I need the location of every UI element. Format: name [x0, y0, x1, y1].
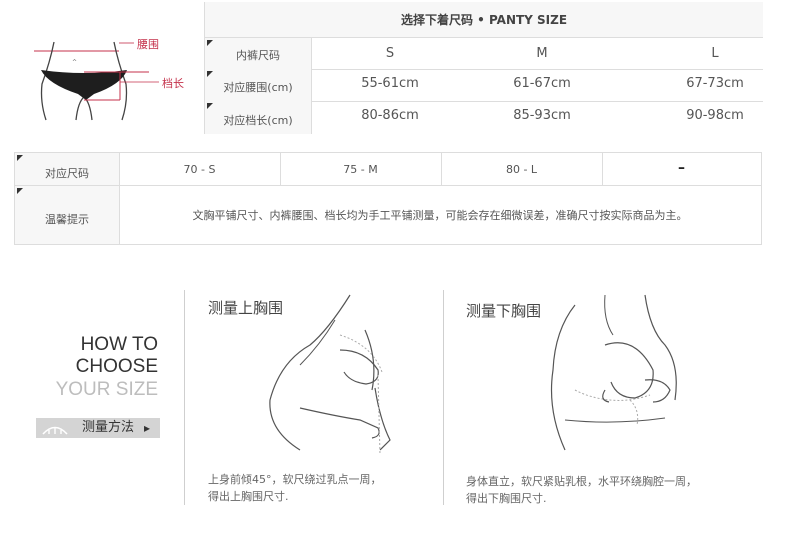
- bra-size-row-header: 对应尺码: [15, 153, 120, 186]
- bra-size-cell: –: [602, 153, 761, 186]
- measure-method-button[interactable]: 测量方法 ▸: [36, 418, 160, 438]
- corner-marker-icon: [207, 103, 213, 109]
- lower-bust-description: 身体直立，软尺紧贴乳根，水平环绕胸腔一周， 得出下胸围尺寸.: [466, 473, 697, 507]
- measure-method-label: 测量方法: [82, 420, 135, 435]
- panty-table-title: 选择下着尺码 • PANTY SIZE: [205, 2, 763, 38]
- lower-bust-desc-line1: 身体直立，软尺紧贴乳根，水平环绕胸腔一周，: [466, 475, 697, 488]
- size-m-cell: M: [536, 46, 548, 61]
- bra-size-cell: 75 - M: [280, 153, 442, 186]
- your-size-line: YOUR SIZE: [55, 379, 158, 400]
- rise-label: 档长: [162, 77, 184, 90]
- upper-bust-figure-icon: [269, 294, 391, 456]
- rise-row-header: 对应档长(cm): [205, 101, 312, 134]
- corner-marker-icon: [17, 188, 23, 194]
- lower-body-figure-icon: ^: [34, 41, 159, 121]
- waist-row-label: 对应腰围(cm): [223, 81, 293, 94]
- panty-size-label: 内裤尺码: [236, 49, 280, 62]
- bra-size-label: 对应尺码: [45, 167, 89, 180]
- panty-size-row-header: 内裤尺码: [205, 38, 312, 69]
- arrow-right-icon: ▸: [144, 421, 151, 435]
- panty-illustration: ^ 腰围 档长: [14, 2, 204, 132]
- how-to-line: HOW TO: [80, 334, 158, 355]
- lower-bust-figure-icon: [550, 294, 677, 451]
- size-s-cell: S: [385, 46, 395, 61]
- rise-l-value: 90-98cm: [686, 108, 744, 123]
- ruler-icon: [42, 426, 68, 435]
- lower-bust-title: 测量下胸围: [466, 302, 542, 320]
- waist-row-header: 对应腰围(cm): [205, 69, 312, 101]
- upper-bust-desc-line2: 得出上胸围尺寸.: [208, 490, 289, 503]
- bra-size-cell: 70 - S: [119, 153, 281, 186]
- upper-bust-desc-line1: 上身前倾45°，软尺绕过乳点一周，: [208, 473, 382, 486]
- waist-l-value: 67-73cm: [686, 76, 744, 91]
- divider-line: [443, 290, 444, 505]
- tip-text: 文胸平铺尺寸、内裤腰围、档长均为手工平铺测量，可能会存在细微误差，准确尺寸按实际…: [192, 209, 688, 222]
- bra-size-cell: 80 - L: [441, 153, 603, 186]
- size-l-cell: L: [711, 46, 719, 61]
- panty-size-table: 选择下着尺码 • PANTY SIZE 内裤尺码 S M L 对应腰围(cm) …: [204, 2, 763, 134]
- waist-m-value: 61-67cm: [513, 76, 571, 91]
- upper-bust-description: 上身前倾45°，软尺绕过乳点一周， 得出上胸围尺寸.: [208, 471, 382, 505]
- panty-size-header-row: 内裤尺码 S M L: [205, 38, 763, 70]
- waist-row: 对应腰围(cm) 55-61cm 61-67cm 67-73cm: [205, 69, 763, 102]
- waist-s-value: 55-61cm: [361, 76, 419, 91]
- svg-text:^: ^: [72, 59, 77, 66]
- column-divider: [311, 38, 312, 134]
- how-to-choose-heading: HOW TO CHOOSE YOUR SIZE: [40, 334, 158, 404]
- rise-row: 对应档长(cm) 80-86cm 85-93cm 90-98cm: [205, 101, 763, 134]
- tip-row-header: 温馨提示: [15, 186, 120, 244]
- waist-label: 腰围: [137, 38, 159, 51]
- tip-label: 温馨提示: [45, 213, 89, 226]
- bra-size-table: 对应尺码 70 - S 75 - M 80 - L – 温馨提示 文胸平铺尺寸、…: [14, 152, 762, 245]
- divider-line: [184, 290, 185, 505]
- lower-bust-desc-line2: 得出下胸围尺寸.: [466, 492, 547, 505]
- corner-marker-icon: [207, 40, 213, 46]
- rise-m-value: 85-93cm: [513, 108, 571, 123]
- choose-line: CHOOSE: [75, 356, 158, 377]
- corner-marker-icon: [17, 155, 23, 161]
- corner-marker-icon: [207, 71, 213, 77]
- rise-row-label: 对应档长(cm): [223, 114, 293, 127]
- rise-s-value: 80-86cm: [361, 108, 419, 123]
